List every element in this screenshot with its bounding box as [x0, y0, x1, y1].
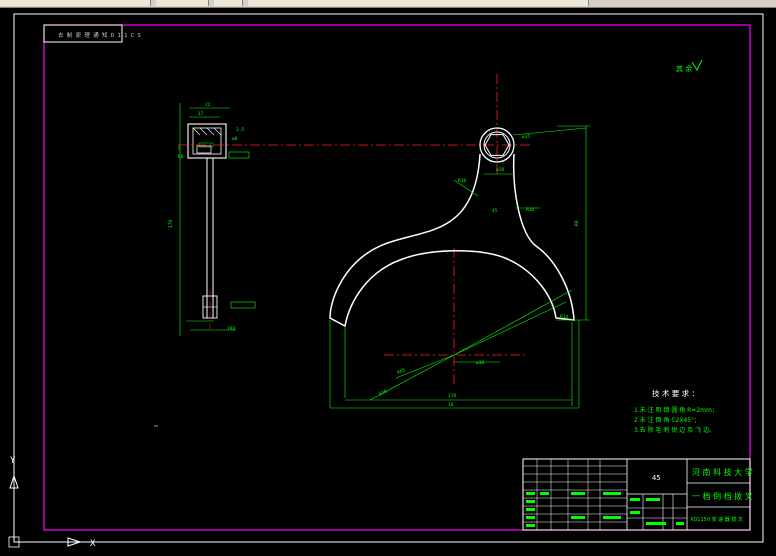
- tech-requirement-item: 3.去 除 毛 刺 锐 边 及 飞 边。: [634, 426, 715, 434]
- ucs-y-label: Y: [10, 456, 16, 466]
- title-block[interactable]: 45 河 南 科 技 大 学 一 档 倒 档 拨 叉 XD1150 变 速 器 …: [522, 458, 753, 531]
- svg-text:2.5: 2.5: [236, 127, 244, 133]
- ucs-x-label: X: [90, 539, 96, 549]
- toolbar-segment[interactable]: [156, 0, 209, 6]
- front-view-dimensions: ø15 ø28 R8 R18 R20 45 R14 ø30 R65 R70 17…: [378, 134, 580, 408]
- drawing-canvas[interactable]: 去 制 原 理 通 知 D 1 1 C S 其 余 22 17 ø8 2.5 5…: [0, 8, 776, 552]
- svg-text:ø28: ø28: [496, 167, 504, 173]
- svg-text:17: 17: [198, 111, 204, 117]
- svg-text:ø30: ø30: [476, 360, 484, 366]
- svg-text:16: 16: [448, 402, 454, 408]
- command-input[interactable]: [248, 0, 589, 6]
- svg-text:R6: R6: [178, 154, 184, 160]
- ucs-icon: Y X: [8, 456, 96, 549]
- svg-text:R70: R70: [378, 389, 388, 398]
- sheet-border: [13, 13, 764, 543]
- svg-text:R14: R14: [560, 314, 568, 320]
- drawing-number: XD1150 变 速 器 拨 叉: [690, 516, 743, 523]
- title-note: 去 制 原 理 通 知 D 1 1 C S: [58, 31, 141, 39]
- front-view: [178, 74, 575, 386]
- roughness-label: 其 余: [676, 64, 692, 73]
- toolbar-strip: [0, 0, 776, 8]
- svg-text:45: 45: [492, 208, 498, 214]
- cad-drawing[interactable]: 去 制 原 理 通 知 D 1 1 C S 其 余 22 17 ø8 2.5 5…: [0, 8, 776, 552]
- svg-text:178: 178: [168, 220, 174, 228]
- front-view-dimension-lines: [329, 125, 590, 409]
- tech-requirement-item: 2.未 注 倒 角 C2X45°；: [634, 416, 700, 424]
- drawing-frame: [43, 24, 751, 531]
- material-label: 45: [652, 474, 660, 482]
- tech-requirements-title: 技 术 要 求 ：: [652, 388, 699, 398]
- svg-text:170: 170: [448, 393, 456, 399]
- university-name: 河 南 科 技 大 学: [692, 467, 753, 477]
- technical-requirements: 技 术 要 求 ： 1.未 注 明 倒 圆 角 R=2mm； 2.未 注 倒 角…: [634, 388, 718, 434]
- roughness-symbol: [691, 59, 703, 72]
- svg-text:ø15: ø15: [522, 134, 530, 140]
- svg-text:ø8: ø8: [232, 136, 238, 142]
- side-view-dimensions: 22 17 ø8 2.5 5 R6 178 194: [168, 102, 244, 332]
- svg-text:5: 5: [178, 146, 181, 152]
- tech-requirement-item: 1.未 注 明 倒 圆 角 R=2mm；: [634, 406, 718, 414]
- toolbar-segment[interactable]: [0, 0, 151, 6]
- svg-text:R8: R8: [574, 220, 580, 226]
- svg-text:194: 194: [227, 326, 235, 332]
- part-name: 一 档 倒 档 拨 叉: [692, 491, 753, 501]
- toolbar-segment[interactable]: [214, 0, 243, 6]
- svg-text:22: 22: [205, 102, 211, 108]
- svg-text:R18: R18: [458, 178, 466, 184]
- svg-text:R20: R20: [526, 207, 534, 213]
- side-view: [179, 103, 256, 336]
